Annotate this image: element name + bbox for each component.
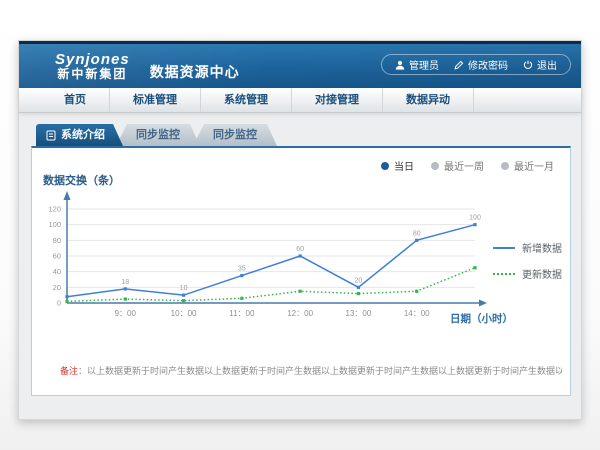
svg-text:10: 10 xyxy=(180,285,188,292)
svg-text:14：00: 14：00 xyxy=(404,309,430,318)
footnote-text: ：以上数据更新于时间产生数据以上数据更新于时间产生数据以上数据更新于时间产生数据… xyxy=(78,366,562,376)
nav-item-5[interactable]: 数据异动 xyxy=(383,88,474,112)
period-radio-2[interactable]: 最近一周 xyxy=(431,158,484,173)
tab-label: 同步监控 xyxy=(136,129,180,141)
page-title: 数据资源中心 xyxy=(150,62,240,82)
brand-logo: Synjones 新中新集团 xyxy=(55,52,130,80)
footnote-prefix: 备注 xyxy=(60,366,78,376)
app-header: Synjones 新中新集团 数据资源中心 管理员 修改密码 退出 xyxy=(19,41,581,88)
period-radio-label: 最近一月 xyxy=(514,158,554,173)
legend-label: 新增数据 xyxy=(522,240,562,255)
radio-dot-icon xyxy=(501,162,509,170)
current-user-label: 管理员 xyxy=(409,57,439,72)
content-panel: 当日最近一周最近一月 数据交换（条） 0204060801001209：0010… xyxy=(31,146,571,396)
logout-button[interactable]: 退出 xyxy=(523,57,557,72)
svg-text:100: 100 xyxy=(469,215,481,222)
svg-text:13：00: 13：00 xyxy=(346,309,372,318)
svg-text:60: 60 xyxy=(53,252,61,261)
svg-text:日期（小时）: 日期（小时） xyxy=(450,312,513,325)
brand-company-name: 新中新集团 xyxy=(55,68,130,81)
svg-text:11：00: 11：00 xyxy=(229,309,255,318)
svg-text:10：00: 10：00 xyxy=(171,309,197,318)
change-password-button[interactable]: 修改密码 xyxy=(454,57,508,72)
tab-bar: 系统介绍 同步监控 同步监控 xyxy=(36,124,277,146)
user-toolbar: 管理员 修改密码 退出 xyxy=(381,54,571,75)
radio-dot-icon xyxy=(381,162,389,170)
app-window: Synjones 新中新集团 数据资源中心 管理员 修改密码 退出 xyxy=(18,40,582,420)
user-icon xyxy=(395,60,405,70)
svg-text:40: 40 xyxy=(53,267,61,276)
document-icon xyxy=(46,130,56,141)
power-icon xyxy=(523,60,533,70)
tab-label: 同步监控 xyxy=(213,129,257,141)
svg-text:120: 120 xyxy=(48,205,61,214)
brand-logo-text: Synjones xyxy=(55,52,130,68)
logout-label: 退出 xyxy=(537,57,557,72)
edit-icon xyxy=(454,60,464,70)
legend-item-2[interactable]: 更新数据 xyxy=(493,266,562,281)
nav-item-4[interactable]: 对接管理 xyxy=(292,88,383,112)
svg-text:100: 100 xyxy=(48,220,61,229)
period-filter-group: 当日 最近一周 最近一月 xyxy=(381,158,554,173)
tab-3[interactable]: 同步监控 xyxy=(193,124,277,146)
legend-item-1[interactable]: 新增数据 xyxy=(493,240,562,255)
svg-text:80: 80 xyxy=(413,230,421,237)
svg-text:0: 0 xyxy=(57,299,61,308)
svg-text:35: 35 xyxy=(238,266,246,273)
footnote: 备注：以上数据更新于时间产生数据以上数据更新于时间产生数据以上数据更新于时间产生… xyxy=(60,364,562,377)
svg-text:60: 60 xyxy=(296,246,304,253)
radio-dot-icon xyxy=(431,162,439,170)
tab-1[interactable]: 系统介绍 xyxy=(36,124,123,146)
svg-text:18: 18 xyxy=(121,279,129,286)
legend-line-sample xyxy=(493,247,515,249)
nav-item-2[interactable]: 标准管理 xyxy=(110,88,201,112)
svg-text:80: 80 xyxy=(53,236,61,245)
nav-item-3[interactable]: 系统管理 xyxy=(201,88,292,112)
current-user-button[interactable]: 管理员 xyxy=(395,57,439,72)
svg-text:20: 20 xyxy=(53,283,61,292)
main-nav: 首页标准管理系统管理对接管理数据异动 xyxy=(19,88,581,113)
svg-text:9：00: 9：00 xyxy=(115,309,137,318)
line-chart: 0 20 40 60 80 100 120 9：00 10：00 11：00 12：00 13：00 1… xyxy=(32,186,572,334)
svg-text:12：00: 12：00 xyxy=(287,309,313,318)
period-radio-label: 最近一周 xyxy=(444,158,484,173)
chart-legend: 新增数据更新数据 xyxy=(493,240,562,281)
tab-2[interactable]: 同步监控 xyxy=(116,124,200,146)
tab-label: 系统介绍 xyxy=(61,124,105,146)
period-radio-label: 当日 xyxy=(394,158,414,173)
change-password-label: 修改密码 xyxy=(468,57,508,72)
period-radio-1[interactable]: 当日 xyxy=(381,158,414,173)
legend-line-sample xyxy=(493,273,515,275)
legend-label: 更新数据 xyxy=(522,266,562,281)
svg-text:20: 20 xyxy=(355,277,363,284)
period-radio-3[interactable]: 最近一月 xyxy=(501,158,554,173)
nav-item-1[interactable]: 首页 xyxy=(41,88,110,112)
